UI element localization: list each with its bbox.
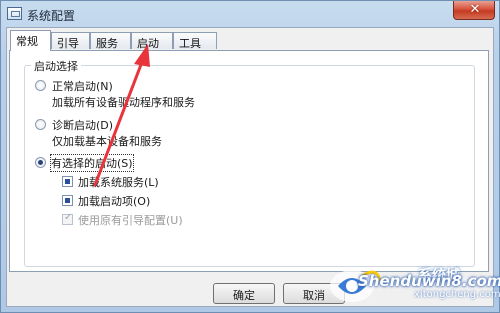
watermark-domain: xitongcheng.com: [414, 289, 500, 300]
site-watermark: 系统城 Shenduwin8.com xitongcheng.com: [322, 268, 500, 312]
watermark-site: Shenduwin8.com: [358, 272, 500, 290]
